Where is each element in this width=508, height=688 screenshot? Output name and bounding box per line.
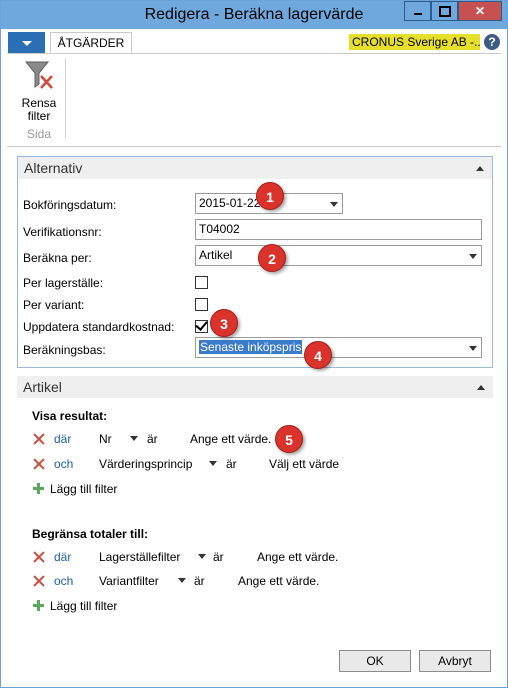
application-menu-button[interactable] (8, 32, 45, 53)
step-badge: 4 (304, 341, 332, 369)
uppdatera-standardkostnad-checkbox[interactable] (195, 318, 208, 333)
chevron-down-icon[interactable] (469, 254, 477, 259)
filter-connector[interactable]: där (54, 432, 71, 446)
verifikationsnr-value: T04002 (199, 222, 240, 236)
dialog-window: Redigera - Beräkna lagervärde ✕ ÅTGÄRDER… (0, 0, 508, 688)
window-controls: ✕ (404, 1, 502, 21)
remove-filter-icon[interactable] (33, 433, 45, 445)
filter-operator: är (213, 550, 224, 564)
step-badge: 1 (256, 182, 284, 210)
ribbon-group-label: Sida (27, 127, 52, 141)
filter-operator: är (194, 574, 205, 588)
rensa-label-line1: Rensa (21, 96, 57, 110)
chevron-down-icon[interactable] (130, 436, 138, 441)
cancel-button[interactable]: Avbryt (419, 650, 491, 672)
artikel-header[interactable]: Artikel (17, 376, 493, 398)
close-button[interactable]: ✕ (458, 1, 502, 21)
chevron-down-icon[interactable] (209, 461, 217, 466)
minimize-icon (413, 13, 422, 15)
bokforingsdatum-label: Bokföringsdatum: (23, 198, 117, 212)
berakna-per-label: Beräkna per: (23, 251, 92, 265)
help-icon[interactable]: ? (484, 34, 500, 50)
berakningsbas-value: Senaste inköpspris (199, 340, 303, 354)
berakningsbas-select[interactable]: Senaste inköpspris (195, 337, 482, 358)
maximize-button[interactable] (431, 1, 458, 21)
maximize-icon (438, 5, 451, 17)
clear-filter-icon (24, 61, 53, 89)
filter-field[interactable]: Värderingsprincip (99, 457, 192, 471)
filter-operator: är (147, 432, 158, 446)
berakna-per-select[interactable]: Artikel (195, 245, 482, 266)
filter-connector[interactable]: och (54, 574, 73, 588)
chevron-down-icon[interactable] (178, 578, 186, 583)
ribbon: Rensa filter Sida (7, 54, 501, 147)
artikel-title: Artikel (23, 379, 62, 395)
plus-icon[interactable] (33, 600, 44, 611)
step-badge: 2 (258, 244, 286, 272)
step-badge: 5 (275, 425, 303, 453)
filter-field[interactable]: Variantfilter (99, 574, 159, 588)
chevron-down-icon[interactable] (330, 202, 338, 207)
filter-value[interactable]: Ange ett värde. (257, 550, 338, 564)
remove-filter-icon[interactable] (33, 551, 45, 563)
bokforingsdatum-value: 2015-01-22 (199, 196, 261, 210)
chevron-up-icon[interactable] (477, 385, 485, 390)
checkmark-icon (195, 318, 208, 331)
filter-value[interactable]: Välj ett värde (269, 457, 339, 471)
filter-field[interactable]: Nr (99, 432, 112, 446)
chevron-down-icon[interactable] (198, 554, 206, 559)
filter-value[interactable]: Ange ett värde. (238, 574, 319, 588)
rensa-filter-label: Rensa filter (13, 97, 65, 123)
verifikationsnr-field[interactable]: T04002 (195, 219, 482, 240)
title-bar[interactable]: Redigera - Beräkna lagervärde ✕ (1, 1, 507, 29)
rensa-label-line2: filter (27, 109, 51, 123)
dialog-client: ÅTGÄRDER CRONUS Sverige AB -... ? Rensa … (7, 29, 501, 683)
ok-button[interactable]: OK (339, 650, 411, 672)
filter-operator: är (226, 457, 237, 471)
per-variant-label: Per variant: (23, 298, 85, 312)
chevron-down-icon[interactable] (469, 346, 477, 351)
begransa-heading: Begränsa totaler till: (32, 527, 149, 541)
company-name-badge[interactable]: CRONUS Sverige AB -... (349, 34, 480, 50)
alternativ-header[interactable]: Alternativ (18, 157, 492, 179)
tab-atgarder[interactable]: ÅTGÄRDER (50, 32, 132, 53)
visa-resultat-heading: Visa resultat: (32, 409, 108, 423)
plus-icon[interactable] (33, 483, 44, 494)
verifikationsnr-label: Verifikationsnr: (23, 225, 102, 239)
add-filter-link[interactable]: Lägg till filter (50, 599, 117, 613)
filter-connector[interactable]: och (54, 457, 73, 471)
alternativ-section: Alternativ Bokföringsdatum: 2015-01-22 V… (17, 156, 493, 368)
minimize-button[interactable] (404, 1, 431, 21)
per-lagerstalle-label: Per lagerställe: (23, 276, 104, 290)
remove-filter-icon[interactable] (33, 575, 45, 587)
ribbon-tab-bar: ÅTGÄRDER CRONUS Sverige AB -... ? (7, 29, 501, 54)
filter-value[interactable]: Ange ett värde. (190, 432, 271, 446)
per-variant-checkbox[interactable] (195, 298, 208, 311)
remove-filter-icon[interactable] (33, 458, 45, 470)
alternativ-title: Alternativ (24, 160, 83, 176)
chevron-up-icon[interactable] (476, 166, 484, 171)
berakningsbas-label: Beräkningsbas: (23, 343, 106, 357)
per-lagerstalle-checkbox[interactable] (195, 276, 208, 289)
uppdatera-standardkostnad-label: Uppdatera standardkostnad: (23, 320, 175, 334)
close-icon: ✕ (474, 4, 486, 18)
filter-connector[interactable]: där (54, 550, 71, 564)
step-badge: 3 (210, 309, 238, 337)
rensa-filter-button[interactable]: Rensa filter (13, 58, 65, 123)
filter-field[interactable]: Lagerställefilter (99, 550, 180, 564)
add-filter-link[interactable]: Lägg till filter (50, 482, 117, 496)
ribbon-separator (65, 58, 66, 138)
berakna-per-value: Artikel (199, 248, 233, 262)
